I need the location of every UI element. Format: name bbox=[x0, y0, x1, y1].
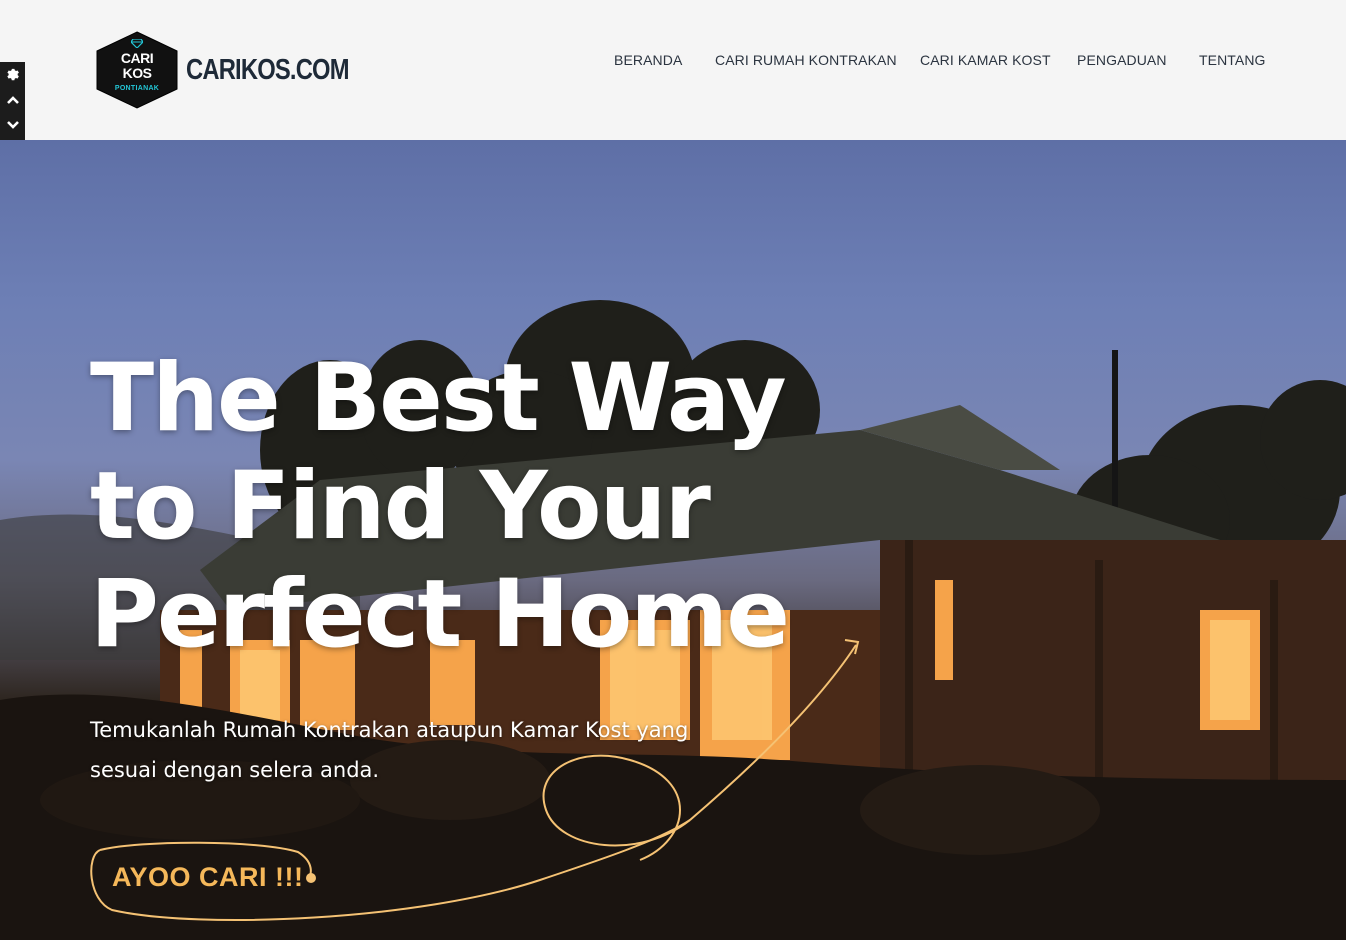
nav-item-cari-kamar-kost[interactable]: CARI KAMAR KOST bbox=[920, 52, 1051, 68]
chevron-up-icon[interactable] bbox=[0, 87, 25, 112]
gear-icon[interactable] bbox=[0, 62, 25, 87]
main-nav: BERANDA CARI RUMAH KONTRAKAN CARI KAMAR … bbox=[0, 52, 1346, 72]
hero-headline: The Best Way to Find Your Perfect Home bbox=[90, 344, 790, 669]
site-header: CARI KOS PONTIANAK CARIKOS.COM BERANDA C… bbox=[0, 0, 1346, 140]
hero-subtext: Temukanlah Rumah Kontrakan ataupun Kamar… bbox=[90, 718, 689, 782]
nav-item-tentang[interactable]: TENTANG bbox=[1199, 52, 1266, 68]
headline-line-1: The Best Way bbox=[90, 344, 787, 453]
logo-city: PONTIANAK bbox=[114, 85, 160, 92]
nav-item-cari-rumah-kontrakan[interactable]: CARI RUMAH KONTRAKAN bbox=[715, 52, 897, 68]
chevron-down-icon[interactable] bbox=[0, 112, 25, 137]
diamond-icon bbox=[131, 39, 143, 48]
headline-line-3: Perfect Home bbox=[90, 560, 790, 669]
headline-line-2: to Find Your bbox=[90, 452, 711, 561]
hero-section: The Best Way to Find Your Perfect Home T… bbox=[0, 140, 1346, 940]
nav-item-pengaduan[interactable]: PENGADUAN bbox=[1077, 52, 1167, 68]
ayoo-cari-button[interactable]: AYOO CARI !!! bbox=[112, 862, 304, 893]
nav-item-beranda[interactable]: BERANDA bbox=[614, 52, 682, 68]
